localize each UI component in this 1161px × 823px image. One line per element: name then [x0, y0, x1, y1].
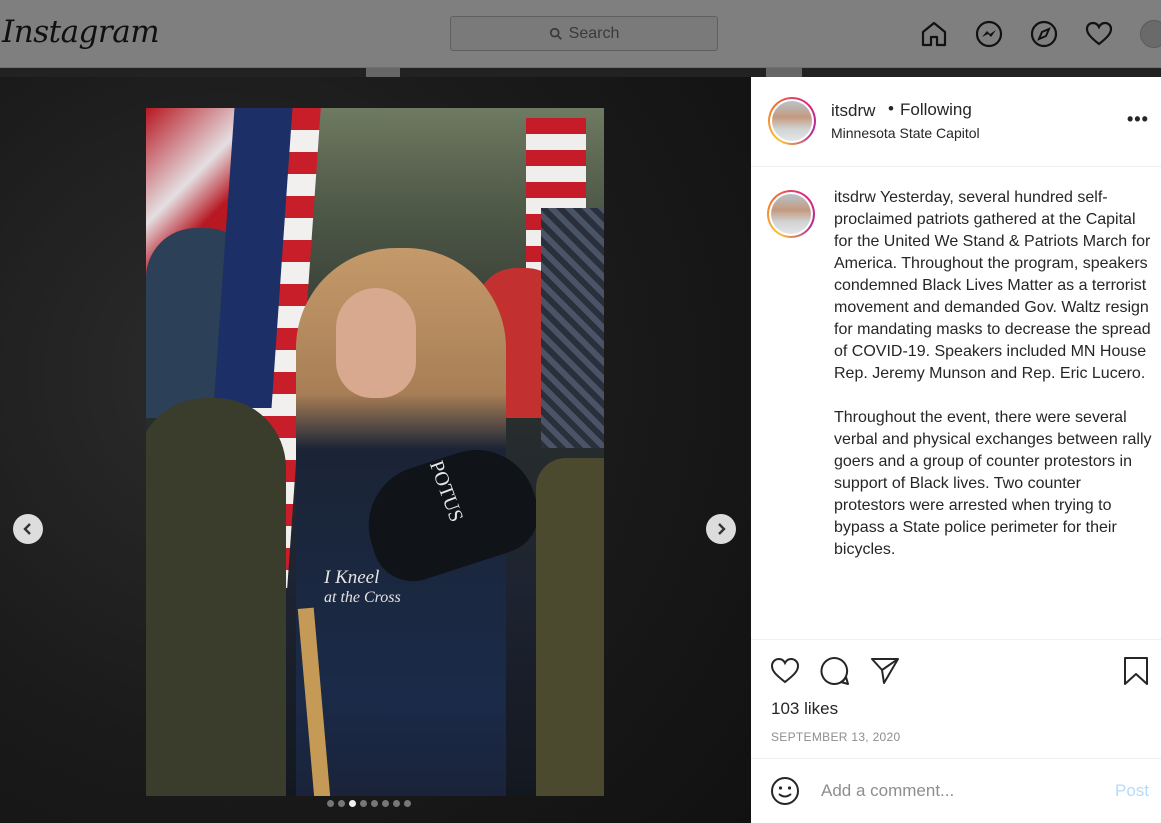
caption-area: itsdrw Yesterday, several hundred self-p…: [751, 168, 1161, 639]
search-box[interactable]: Search: [450, 16, 718, 51]
post-comment-button[interactable]: Post: [1115, 781, 1149, 801]
carousel-dot: [382, 800, 389, 807]
avatar-story-ring[interactable]: [768, 97, 816, 145]
post-location[interactable]: Minnesota State Capitol: [831, 125, 980, 141]
carousel-dot: [338, 800, 345, 807]
share-button[interactable]: [869, 655, 903, 689]
avatar: [772, 101, 812, 141]
smiley-icon: [771, 777, 799, 805]
carousel-next-button[interactable]: [706, 514, 736, 544]
carousel-prev-button[interactable]: [13, 514, 43, 544]
chevron-right-icon: [718, 523, 726, 535]
save-button[interactable]: [1120, 655, 1154, 689]
top-nav-bar: Instagram Search: [0, 0, 1161, 68]
comment-icon: [820, 656, 849, 685]
carousel-dot: [404, 800, 411, 807]
carousel-dot: [393, 800, 400, 807]
caption-username[interactable]: itsdrw: [834, 189, 876, 206]
caption-avatar[interactable]: [767, 190, 815, 238]
post-username[interactable]: itsdrw: [831, 101, 875, 121]
heart-icon: [770, 657, 800, 684]
shirt-text: I Kneel at the Cross: [324, 567, 401, 607]
carousel-dot: [371, 800, 378, 807]
comment-bar: Post: [751, 758, 1161, 823]
carousel-dot: [349, 800, 356, 807]
post-media-area: POTUS I Kneel at the Cross: [0, 77, 751, 823]
likes-count[interactable]: 103 likes: [771, 699, 838, 719]
activity-heart-icon[interactable]: [1083, 18, 1114, 49]
carousel-dot: [327, 800, 334, 807]
chevron-left-icon: [23, 523, 31, 535]
comment-input[interactable]: [821, 776, 1101, 806]
post-header: itsdrw • Following Minnesota State Capit…: [751, 77, 1161, 167]
nav-icons: [918, 18, 1114, 49]
carousel-indicator: [327, 800, 411, 807]
like-button[interactable]: [769, 655, 803, 689]
search-placeholder: Search: [568, 24, 620, 42]
post-side-panel: itsdrw • Following Minnesota State Capit…: [751, 77, 1161, 823]
post-actions: 103 likes SEPTEMBER 13, 2020: [751, 639, 1161, 758]
search-icon: [549, 27, 562, 40]
caption-body: Yesterday, several hundred self-proclaim…: [834, 189, 1152, 558]
messenger-icon[interactable]: [973, 18, 1004, 49]
post-date[interactable]: SEPTEMBER 13, 2020: [771, 730, 900, 744]
carousel-dot: [360, 800, 367, 807]
bookmark-icon: [1124, 657, 1148, 685]
feed-strip-background: [0, 68, 1161, 77]
paper-plane-icon: [871, 658, 899, 684]
post-photo: POTUS I Kneel at the Cross: [146, 108, 604, 796]
emoji-button[interactable]: [770, 776, 802, 808]
explore-icon[interactable]: [1028, 18, 1059, 49]
following-button[interactable]: Following: [900, 100, 972, 120]
caption-text: itsdrw Yesterday, several hundred self-p…: [834, 187, 1154, 561]
comment-button[interactable]: [819, 655, 853, 689]
profile-avatar[interactable]: [1140, 20, 1161, 48]
instagram-logo[interactable]: Instagram: [2, 14, 160, 50]
separator-dot: •: [888, 99, 894, 118]
more-options-icon[interactable]: •••: [1127, 109, 1149, 130]
home-icon[interactable]: [918, 18, 949, 49]
